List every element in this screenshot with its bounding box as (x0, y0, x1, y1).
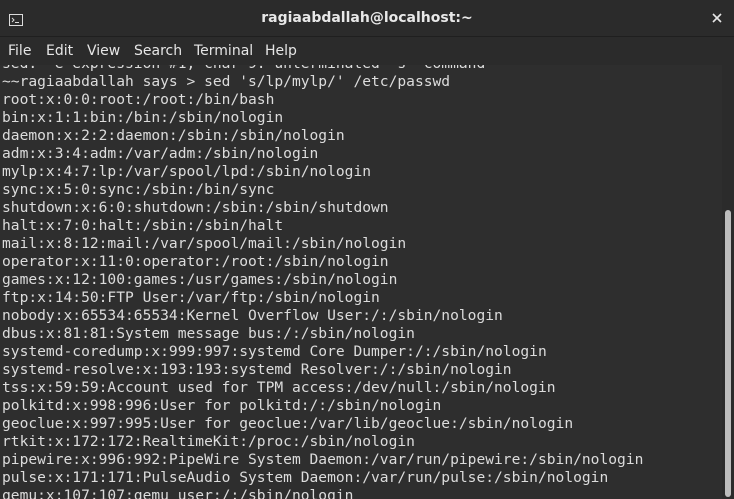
terminal-line: dbus:x:81:81:System message bus:/:/sbin/… (2, 325, 415, 342)
window-title: ragiaabdallah@localhost:~ (261, 10, 473, 26)
menu-edit[interactable]: Edit (46, 37, 73, 65)
menu-search[interactable]: Search (134, 37, 182, 65)
menu-terminal[interactable]: Terminal (194, 37, 253, 65)
terminal-line: systemd-coredump:x:999:997:systemd Core … (2, 343, 547, 360)
title-bar[interactable]: ragiaabdallah@localhost:~ (0, 0, 734, 37)
terminal-line: nobody:x:65534:65534:Kernel Overflow Use… (2, 307, 503, 324)
terminal-output[interactable]: sed: -e expression #1, char 9: untermina… (0, 65, 722, 499)
terminal-line: tss:x:59:59:Account used for TPM access:… (2, 379, 556, 396)
menu-view[interactable]: View (87, 37, 120, 65)
terminal-line: pulse:x:171:171:PulseAudio System Daemon… (2, 469, 609, 486)
menu-file[interactable]: File (8, 37, 31, 65)
terminal-line: geoclue:x:997:995:User for geoclue:/var/… (2, 415, 574, 432)
menu-help[interactable]: Help (265, 37, 297, 65)
terminal-line: ~~ragiaabdallah says > sed 's/lp/mylp/' … (2, 73, 451, 90)
terminal-line: mail:x:8:12:mail:/var/spool/mail:/sbin/n… (2, 235, 407, 252)
terminal-line: games:x:12:100:games:/usr/games:/sbin/no… (2, 271, 398, 288)
terminal-line: bin:x:1:1:bin:/bin:/sbin/nologin (2, 109, 284, 126)
scrollbar-thumb[interactable] (725, 210, 731, 497)
terminal-line: ftp:x:14:50:FTP User:/var/ftp:/sbin/nolo… (2, 289, 380, 306)
terminal-line: halt:x:7:0:halt:/sbin:/sbin/halt (2, 217, 284, 234)
terminal-line: sed: -e expression #1, char 9: untermina… (2, 65, 643, 73)
terminal-line: operator:x:11:0:operator:/root:/sbin/nol… (2, 253, 389, 270)
terminal-line: adm:x:3:4:adm:/var/adm:/sbin/nologin (2, 145, 319, 162)
terminal-line: systemd-resolve:x:193:193:systemd Resolv… (2, 361, 512, 378)
terminal-line: rtkit:x:172:172:RealtimeKit:/proc:/sbin/… (2, 433, 415, 450)
close-icon[interactable] (710, 10, 724, 24)
terminal-line: polkitd:x:998:996:User for polkitd:/:/sb… (2, 397, 442, 414)
terminal-lines: sed: -e expression #1, char 9: untermina… (2, 65, 643, 499)
terminal-line: shutdown:x:6:0:shutdown:/sbin:/sbin/shut… (2, 199, 389, 216)
terminal-line: qemu:x:107:107:qemu user:/:/sbin/nologin (2, 487, 354, 499)
terminal-window: ragiaabdallah@localhost:~ File Edit View… (0, 0, 734, 499)
terminal-line: mylp:x:4:7:lp:/var/spool/lpd:/sbin/nolog… (2, 163, 372, 180)
menu-bar: File Edit View Search Terminal Help (0, 37, 734, 66)
terminal-line: daemon:x:2:2:daemon:/sbin:/sbin/nologin (2, 127, 345, 144)
terminal-line: sync:x:5:0:sync:/sbin:/bin/sync (2, 181, 275, 198)
terminal-line: root:x:0:0:root:/root:/bin/bash (2, 91, 275, 108)
terminal-line: pipewire:x:996:992:PipeWire System Daemo… (2, 451, 644, 468)
vertical-scrollbar[interactable] (722, 65, 734, 499)
